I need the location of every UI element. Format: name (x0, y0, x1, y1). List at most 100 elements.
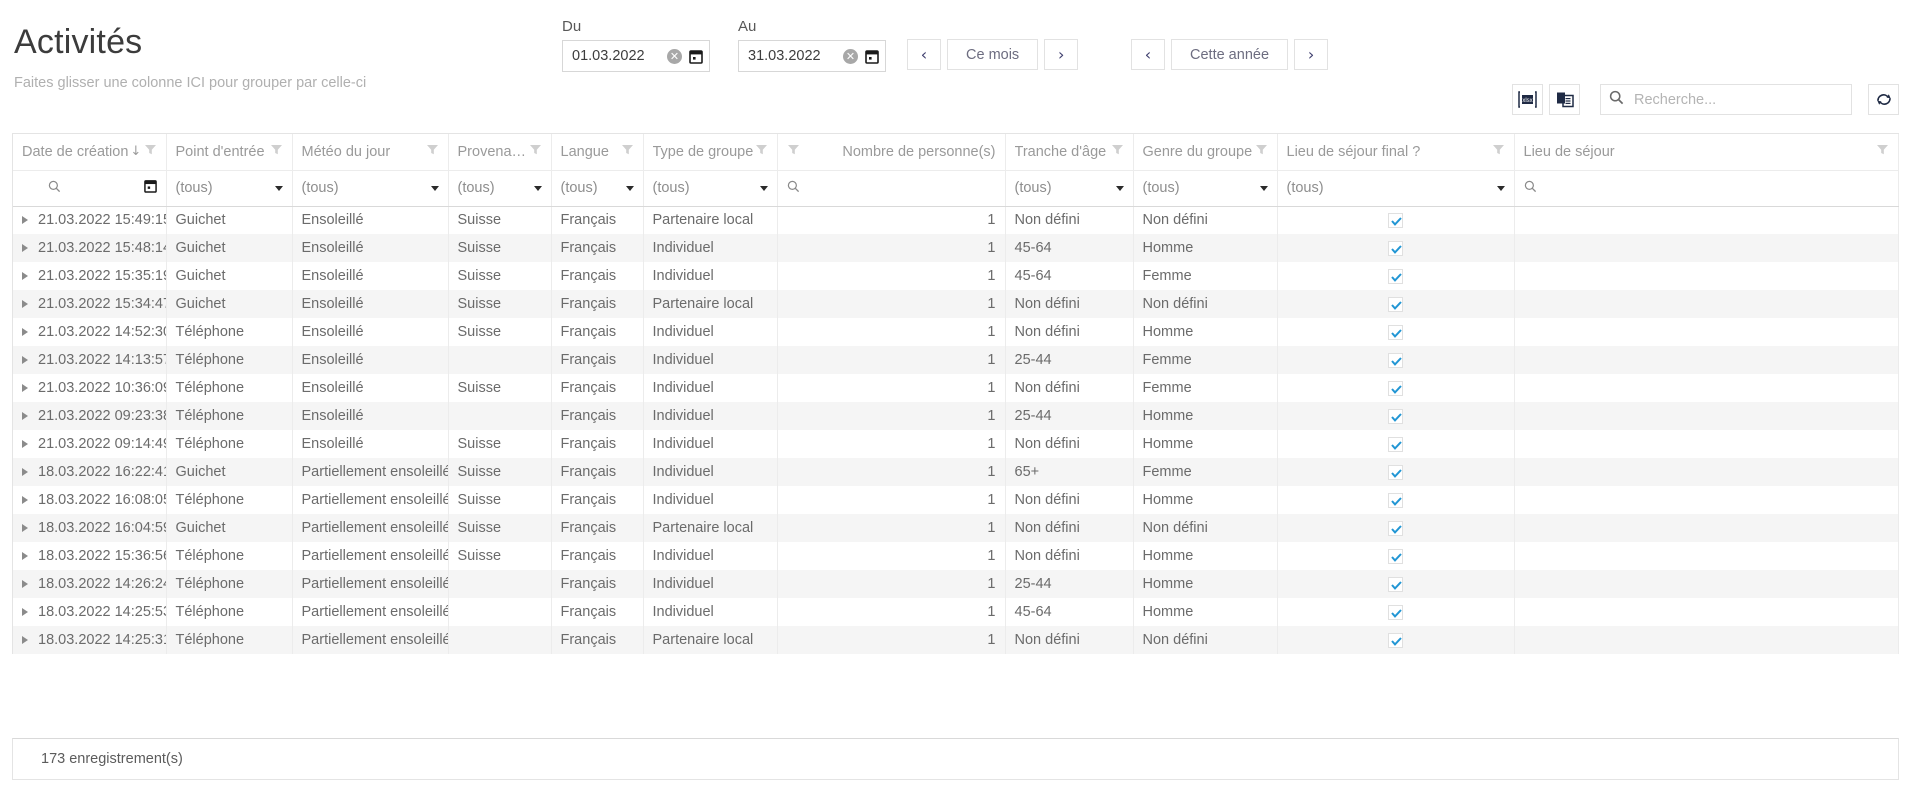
row-expander-icon[interactable] (22, 580, 28, 589)
search-box[interactable] (1600, 84, 1852, 115)
checkbox-checked[interactable] (1388, 296, 1403, 312)
filter-icon[interactable] (1255, 143, 1268, 160)
row-expander-icon[interactable] (22, 496, 28, 505)
column-filter-7[interactable] (777, 170, 1006, 207)
table-row[interactable]: 21.03.2022 10:36:09 Téléphone Ensoleillé Su… (13, 374, 1899, 402)
row-expander-icon[interactable] (22, 328, 28, 337)
column-header-8[interactable]: Tranche d'âge (1005, 134, 1134, 171)
filter-icon[interactable] (1876, 143, 1889, 160)
checkbox-checked[interactable] (1388, 324, 1403, 340)
clear-icon[interactable]: ✕ (843, 48, 858, 64)
calendar-icon[interactable] (865, 49, 879, 64)
row-expander-icon[interactable] (22, 412, 28, 421)
filter-select[interactable]: (tous) (653, 180, 768, 196)
checkbox-checked[interactable] (1388, 268, 1403, 284)
column-filter-8[interactable]: (tous) (1005, 170, 1134, 207)
column-header-11[interactable]: Lieu de séjour (1514, 134, 1899, 171)
row-expander-icon[interactable] (22, 524, 28, 533)
row-expander-icon[interactable] (22, 356, 28, 365)
chevron-down-icon[interactable] (274, 185, 283, 191)
filter-icon[interactable] (1111, 143, 1124, 160)
chevron-down-icon[interactable] (533, 185, 542, 191)
this-year-button[interactable]: Cette année (1171, 39, 1289, 70)
row-expander-icon[interactable] (22, 384, 28, 393)
chevron-down-icon[interactable] (1259, 185, 1268, 191)
checkbox-checked[interactable] (1388, 240, 1403, 256)
row-expander-icon[interactable] (22, 440, 28, 449)
filter-text-search[interactable] (1524, 180, 1889, 197)
column-filter-11[interactable] (1514, 170, 1899, 207)
export-xlsx-button[interactable]: xlsx (1512, 84, 1543, 115)
column-header-4[interactable]: Provenance (448, 134, 552, 171)
chevron-down-icon[interactable] (625, 185, 634, 191)
checkbox-checked[interactable] (1388, 436, 1403, 452)
column-filter-10[interactable]: (tous) (1277, 170, 1515, 207)
column-header-6[interactable]: Type de groupe (643, 134, 778, 171)
filter-date-search[interactable] (22, 179, 157, 197)
checkbox-checked[interactable] (1388, 604, 1403, 620)
column-header-3[interactable]: Météo du jour (292, 134, 449, 171)
date-from-input[interactable]: 01.03.2022 ✕ (562, 40, 710, 72)
prev-year-button[interactable]: ‹ (1131, 39, 1165, 70)
row-expander-icon[interactable] (22, 216, 28, 225)
column-filter-4[interactable]: (tous) (448, 170, 552, 207)
checkbox-checked[interactable] (1388, 464, 1403, 480)
chevron-down-icon[interactable] (1496, 185, 1505, 191)
table-row[interactable]: 21.03.2022 15:48:14 Guichet Ensoleillé Suis… (13, 234, 1899, 262)
checkbox-checked[interactable] (1388, 492, 1403, 508)
filter-select[interactable]: (tous) (1015, 180, 1124, 196)
column-header-9[interactable]: Genre du groupe (1133, 134, 1278, 171)
table-row[interactable]: 18.03.2022 16:08:05 Téléphone Partiellemen… (13, 486, 1899, 514)
table-row[interactable]: 21.03.2022 15:49:15 Guichet Ensoleillé Suis… (13, 206, 1899, 234)
column-filter-5[interactable]: (tous) (551, 170, 644, 207)
this-month-button[interactable]: Ce mois (947, 39, 1039, 70)
next-year-button[interactable]: › (1294, 39, 1329, 70)
calendar-icon[interactable] (143, 179, 157, 197)
column-header-2[interactable]: Point d'entrée (166, 134, 293, 171)
table-row[interactable]: 18.03.2022 16:22:41 Guichet Partiellement … (13, 458, 1899, 486)
table-row[interactable]: 21.03.2022 14:13:57 Téléphone Ensoleillé Fr… (13, 346, 1899, 374)
filter-icon[interactable] (270, 143, 283, 160)
column-filter-1[interactable] (13, 170, 167, 207)
table-row[interactable]: 18.03.2022 15:36:56 Téléphone Partiellemen… (13, 542, 1899, 570)
table-row[interactable]: 21.03.2022 14:52:30 Téléphone Ensoleillé Su… (13, 318, 1899, 346)
column-header-7[interactable]: Nombre de personne(s) (777, 134, 1006, 171)
date-to-input[interactable]: 31.03.2022 ✕ (738, 40, 886, 72)
table-row[interactable]: 21.03.2022 15:34:47 Guichet Ensoleillé Suis… (13, 290, 1899, 318)
table-row[interactable]: 21.03.2022 09:14:49 Téléphone Ensoleillé Su… (13, 430, 1899, 458)
filter-icon[interactable] (787, 143, 800, 160)
filter-icon[interactable] (426, 143, 439, 160)
row-expander-icon[interactable] (22, 468, 28, 477)
row-expander-icon[interactable] (22, 272, 28, 281)
filter-icon[interactable] (621, 143, 634, 160)
checkbox-checked[interactable] (1388, 632, 1403, 648)
table-row[interactable]: 18.03.2022 14:25:31 Téléphone Partiellemen… (13, 626, 1899, 654)
table-row[interactable]: 18.03.2022 16:04:59 Guichet Partiellement … (13, 514, 1899, 542)
table-row[interactable]: 21.03.2022 15:35:19 Guichet Ensoleillé Suis… (13, 262, 1899, 290)
filter-select[interactable]: (tous) (176, 180, 283, 196)
filter-select[interactable]: (tous) (561, 180, 634, 196)
filter-select[interactable]: (tous) (1287, 180, 1505, 196)
checkbox-checked[interactable] (1388, 408, 1403, 424)
prev-month-button[interactable]: ‹ (907, 39, 941, 70)
column-header-10[interactable]: Lieu de séjour final ? (1277, 134, 1515, 171)
filter-select[interactable]: (tous) (302, 180, 439, 196)
chevron-down-icon[interactable] (759, 185, 768, 191)
next-month-button[interactable]: › (1044, 39, 1079, 70)
calendar-icon[interactable] (689, 49, 703, 64)
filter-text-search[interactable] (787, 180, 996, 197)
checkbox-checked[interactable] (1388, 576, 1403, 592)
group-by-dropzone[interactable]: Faites glisser une colonne ICI pour grou… (14, 74, 366, 92)
column-filter-6[interactable]: (tous) (643, 170, 778, 207)
checkbox-checked[interactable] (1388, 352, 1403, 368)
refresh-button[interactable] (1868, 84, 1899, 115)
row-expander-icon[interactable] (22, 244, 28, 253)
column-filter-2[interactable]: (tous) (166, 170, 293, 207)
clear-icon[interactable]: ✕ (667, 48, 682, 64)
checkbox-checked[interactable] (1388, 548, 1403, 564)
column-header-5[interactable]: Langue (551, 134, 644, 171)
table-row[interactable]: 18.03.2022 14:26:24 Téléphone Partiellemen… (13, 570, 1899, 598)
column-filter-9[interactable]: (tous) (1133, 170, 1278, 207)
column-filter-3[interactable]: (tous) (292, 170, 449, 207)
filter-icon[interactable] (1492, 143, 1505, 160)
